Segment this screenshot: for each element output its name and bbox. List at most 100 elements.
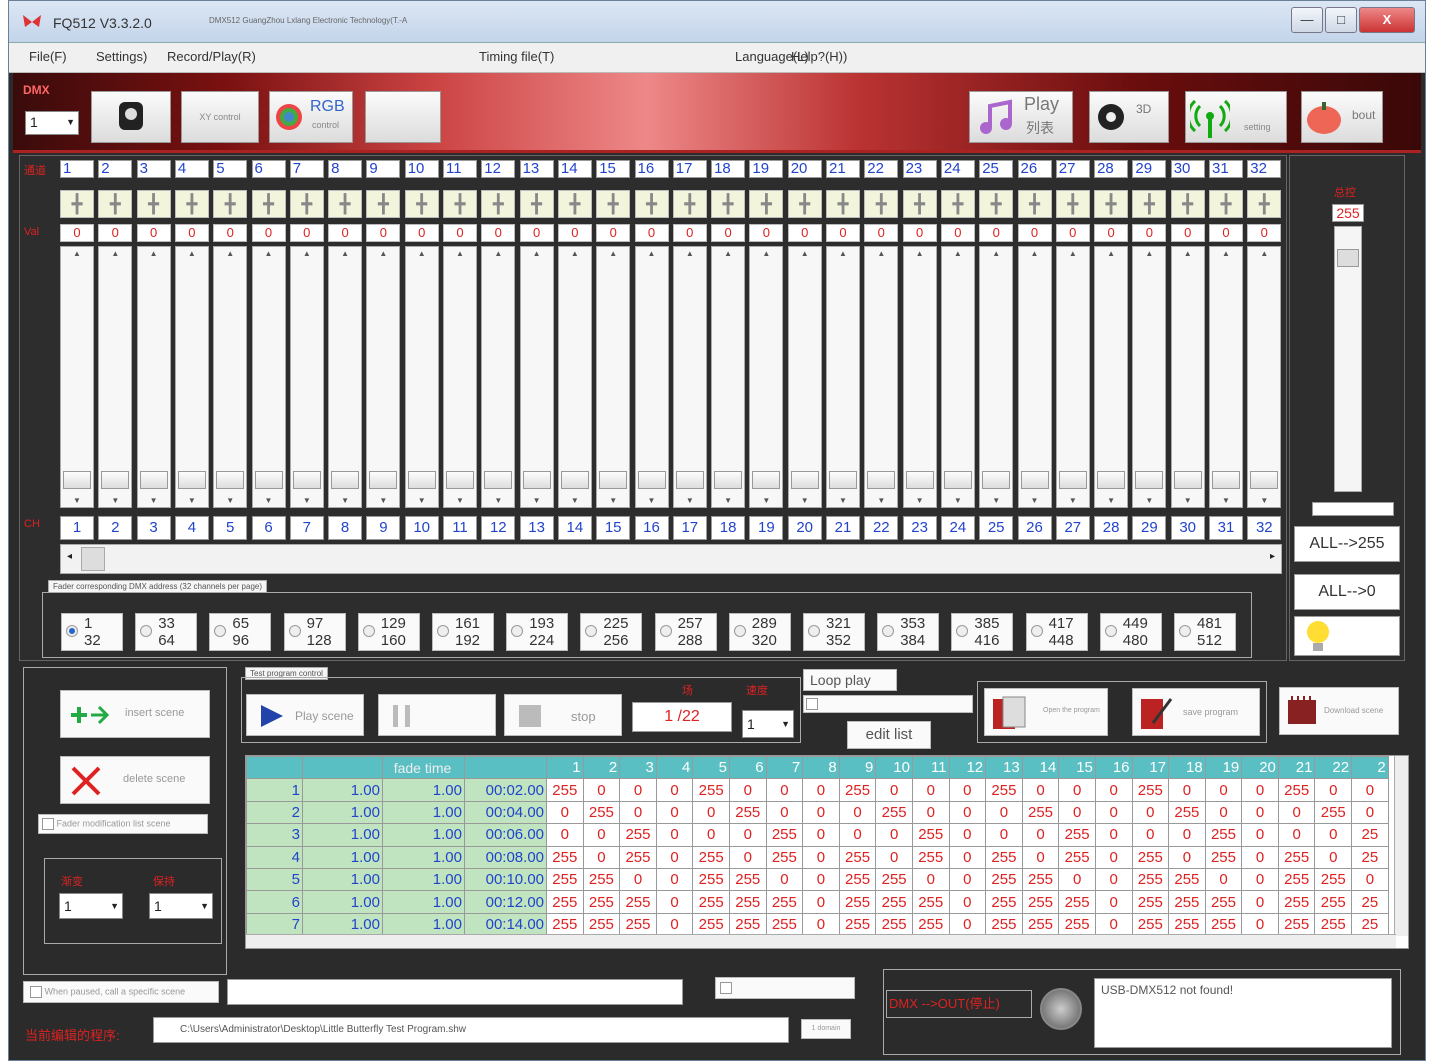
channel-value-cell[interactable]: 255 xyxy=(582,890,621,914)
fader-up-icon[interactable]: ▲ xyxy=(1095,249,1127,258)
fader-thumb[interactable] xyxy=(599,471,628,489)
all-0-button[interactable]: ALL-->0 xyxy=(1294,574,1400,610)
menu-file[interactable]: File(F) xyxy=(29,49,67,64)
channel-value-cell[interactable]: 255 xyxy=(1204,890,1243,914)
radio-icon[interactable] xyxy=(1179,625,1191,637)
channel-value-cell[interactable]: 0 xyxy=(655,845,694,869)
channel-value-cell[interactable]: 0 xyxy=(1314,845,1353,869)
address-group-radio[interactable]: 97 128 xyxy=(283,613,346,651)
table-row[interactable]: 1 1.00 1.00 00:02.00 255 0 0 0 255 0 0 0 255 0 0 0 255 0 0… xyxy=(246,778,1389,802)
fader-thumb[interactable] xyxy=(560,471,589,489)
fader-up-icon[interactable]: ▲ xyxy=(712,249,744,258)
fader-10[interactable]: ▲ ▼ xyxy=(404,246,439,508)
fader-up-icon[interactable]: ▲ xyxy=(1057,249,1089,258)
channel-value-cell[interactable]: 0 xyxy=(1094,890,1133,914)
fader-19[interactable]: ▲ ▼ xyxy=(749,246,784,508)
rgb-control-button[interactable]: RGB control xyxy=(269,91,353,143)
fader-thumb[interactable] xyxy=(1250,471,1279,489)
table-hscroll[interactable] xyxy=(246,934,1396,948)
channel-value-cell[interactable]: 255 xyxy=(1131,845,1170,869)
radio-icon[interactable] xyxy=(585,625,598,637)
fader-21[interactable]: ▲ ▼ xyxy=(826,246,860,508)
fader-2[interactable]: ▲ ▼ xyxy=(98,246,133,508)
fader-down-icon[interactable]: ▼ xyxy=(1095,496,1127,505)
channel-value-cell[interactable]: 0 xyxy=(1021,778,1060,802)
fader-mod-checkbox-box[interactable] xyxy=(42,818,54,830)
radio-icon[interactable] xyxy=(66,625,78,637)
fader-pin-28[interactable]: ╋ xyxy=(1094,190,1129,218)
fader-thumb[interactable] xyxy=(407,471,436,489)
address-group-radio[interactable]: 225 256 xyxy=(580,613,643,651)
fader-1[interactable]: ▲ ▼ xyxy=(60,246,94,508)
auto-option-checkbox[interactable] xyxy=(803,695,973,713)
address-group-radio[interactable]: 481 512 xyxy=(1174,613,1236,651)
fader-pin-27[interactable]: ╋ xyxy=(1055,190,1090,218)
fader-thumb[interactable] xyxy=(446,471,474,489)
fader-pin-3[interactable]: ╋ xyxy=(136,190,171,218)
channel-value-cell[interactable]: 0 xyxy=(655,890,694,914)
channel-value-cell[interactable]: 255 xyxy=(911,845,950,869)
fader-thumb[interactable] xyxy=(637,471,666,489)
fader-down-icon[interactable]: ▼ xyxy=(674,496,706,505)
fader-thumb[interactable] xyxy=(292,471,321,489)
fader-pin-1[interactable]: ╋ xyxy=(60,190,94,218)
channel-value-cell[interactable]: 0 xyxy=(1168,778,1206,802)
fader-thumb[interactable] xyxy=(1058,471,1087,489)
scene-d-cell[interactable]: 1.00 xyxy=(302,890,383,914)
menu-timing-file[interactable]: Timing file(T) xyxy=(479,49,554,64)
channel-value-cell[interactable]: 255 xyxy=(582,912,621,937)
channel-value-cell[interactable]: 0 xyxy=(1241,890,1279,914)
channel-value-cell[interactable]: 255 xyxy=(911,912,950,937)
fader-down-icon[interactable]: ▼ xyxy=(1133,496,1165,505)
fader-15[interactable]: ▲ ▼ xyxy=(596,246,631,508)
channel-value-cell[interactable]: 0 xyxy=(655,867,694,892)
fader-pin-4[interactable]: ╋ xyxy=(174,190,209,218)
channel-value-cell[interactable]: 0 xyxy=(875,823,913,847)
channel-value-cell[interactable]: 0 xyxy=(985,823,1023,847)
address-group-radio[interactable]: 1 32 xyxy=(61,613,123,651)
fader-pin-29[interactable]: ╋ xyxy=(1132,190,1167,218)
channel-value-cell[interactable]: 0 xyxy=(802,778,840,802)
channel-value-cell[interactable]: 0 xyxy=(802,867,840,892)
fader-thumb[interactable] xyxy=(484,471,513,489)
fader-pin-19[interactable]: ╋ xyxy=(749,190,784,218)
scene-f-cell[interactable]: 1.00 xyxy=(382,912,465,937)
speed-select[interactable]: 1 xyxy=(742,710,794,738)
channel-value-cell[interactable]: 0 xyxy=(1094,845,1133,869)
scene-t-cell[interactable]: 00:04.00 xyxy=(464,800,547,825)
channel-value-cell[interactable]: 0 xyxy=(875,845,913,869)
radio-icon[interactable] xyxy=(808,625,820,637)
channel-value-cell[interactable]: 0 xyxy=(655,823,694,847)
address-group-radio[interactable]: 161 192 xyxy=(432,613,494,651)
table-row[interactable]: 7 1.00 1.00 00:14.00 255 255 255 0 255 255 255 0 255… xyxy=(246,912,1389,937)
channel-value-cell[interactable]: 0 xyxy=(1314,823,1353,847)
channel-value-cell[interactable]: 0 xyxy=(1241,800,1279,825)
channel-value-cell[interactable]: 255 xyxy=(1204,912,1243,937)
fader-up-icon[interactable]: ▲ xyxy=(1133,249,1165,258)
channel-value-cell[interactable]: 0 xyxy=(765,778,804,802)
fader-pin-8[interactable]: ╋ xyxy=(328,190,363,218)
address-group-radio[interactable]: 353 384 xyxy=(877,613,940,651)
fader-pin-25[interactable]: ╋ xyxy=(979,190,1014,218)
fader-23[interactable]: ▲ ▼ xyxy=(902,246,937,508)
channel-value-cell[interactable]: 255 xyxy=(985,890,1023,914)
fader-up-icon[interactable]: ▲ xyxy=(1019,249,1051,258)
channel-value-cell[interactable]: 255 xyxy=(692,912,730,937)
channel-value-cell[interactable]: 25 xyxy=(1351,890,1389,914)
fader-up-icon[interactable]: ▲ xyxy=(1248,249,1280,258)
address-group-radio[interactable]: 193 224 xyxy=(506,613,569,651)
fader-28[interactable]: ▲ ▼ xyxy=(1094,246,1129,508)
channel-value-cell[interactable]: 0 xyxy=(911,778,950,802)
fader-thumb[interactable] xyxy=(1135,471,1164,489)
pause-button[interactable] xyxy=(378,694,496,736)
fader-up-icon[interactable]: ▲ xyxy=(482,249,514,258)
channel-value-cell[interactable]: 0 xyxy=(948,912,987,937)
scene-n-cell[interactable]: 6 xyxy=(246,890,303,914)
close-button[interactable]: X xyxy=(1359,7,1415,33)
fader-pin-10[interactable]: ╋ xyxy=(404,190,439,218)
pause-scene-checkbox-box[interactable] xyxy=(30,986,42,998)
fader-down-icon[interactable]: ▼ xyxy=(712,496,744,505)
fader-thumb[interactable] xyxy=(714,471,743,489)
menu-settings[interactable]: Settings) xyxy=(96,49,147,64)
channel-value-cell[interactable]: 255 xyxy=(765,845,804,869)
